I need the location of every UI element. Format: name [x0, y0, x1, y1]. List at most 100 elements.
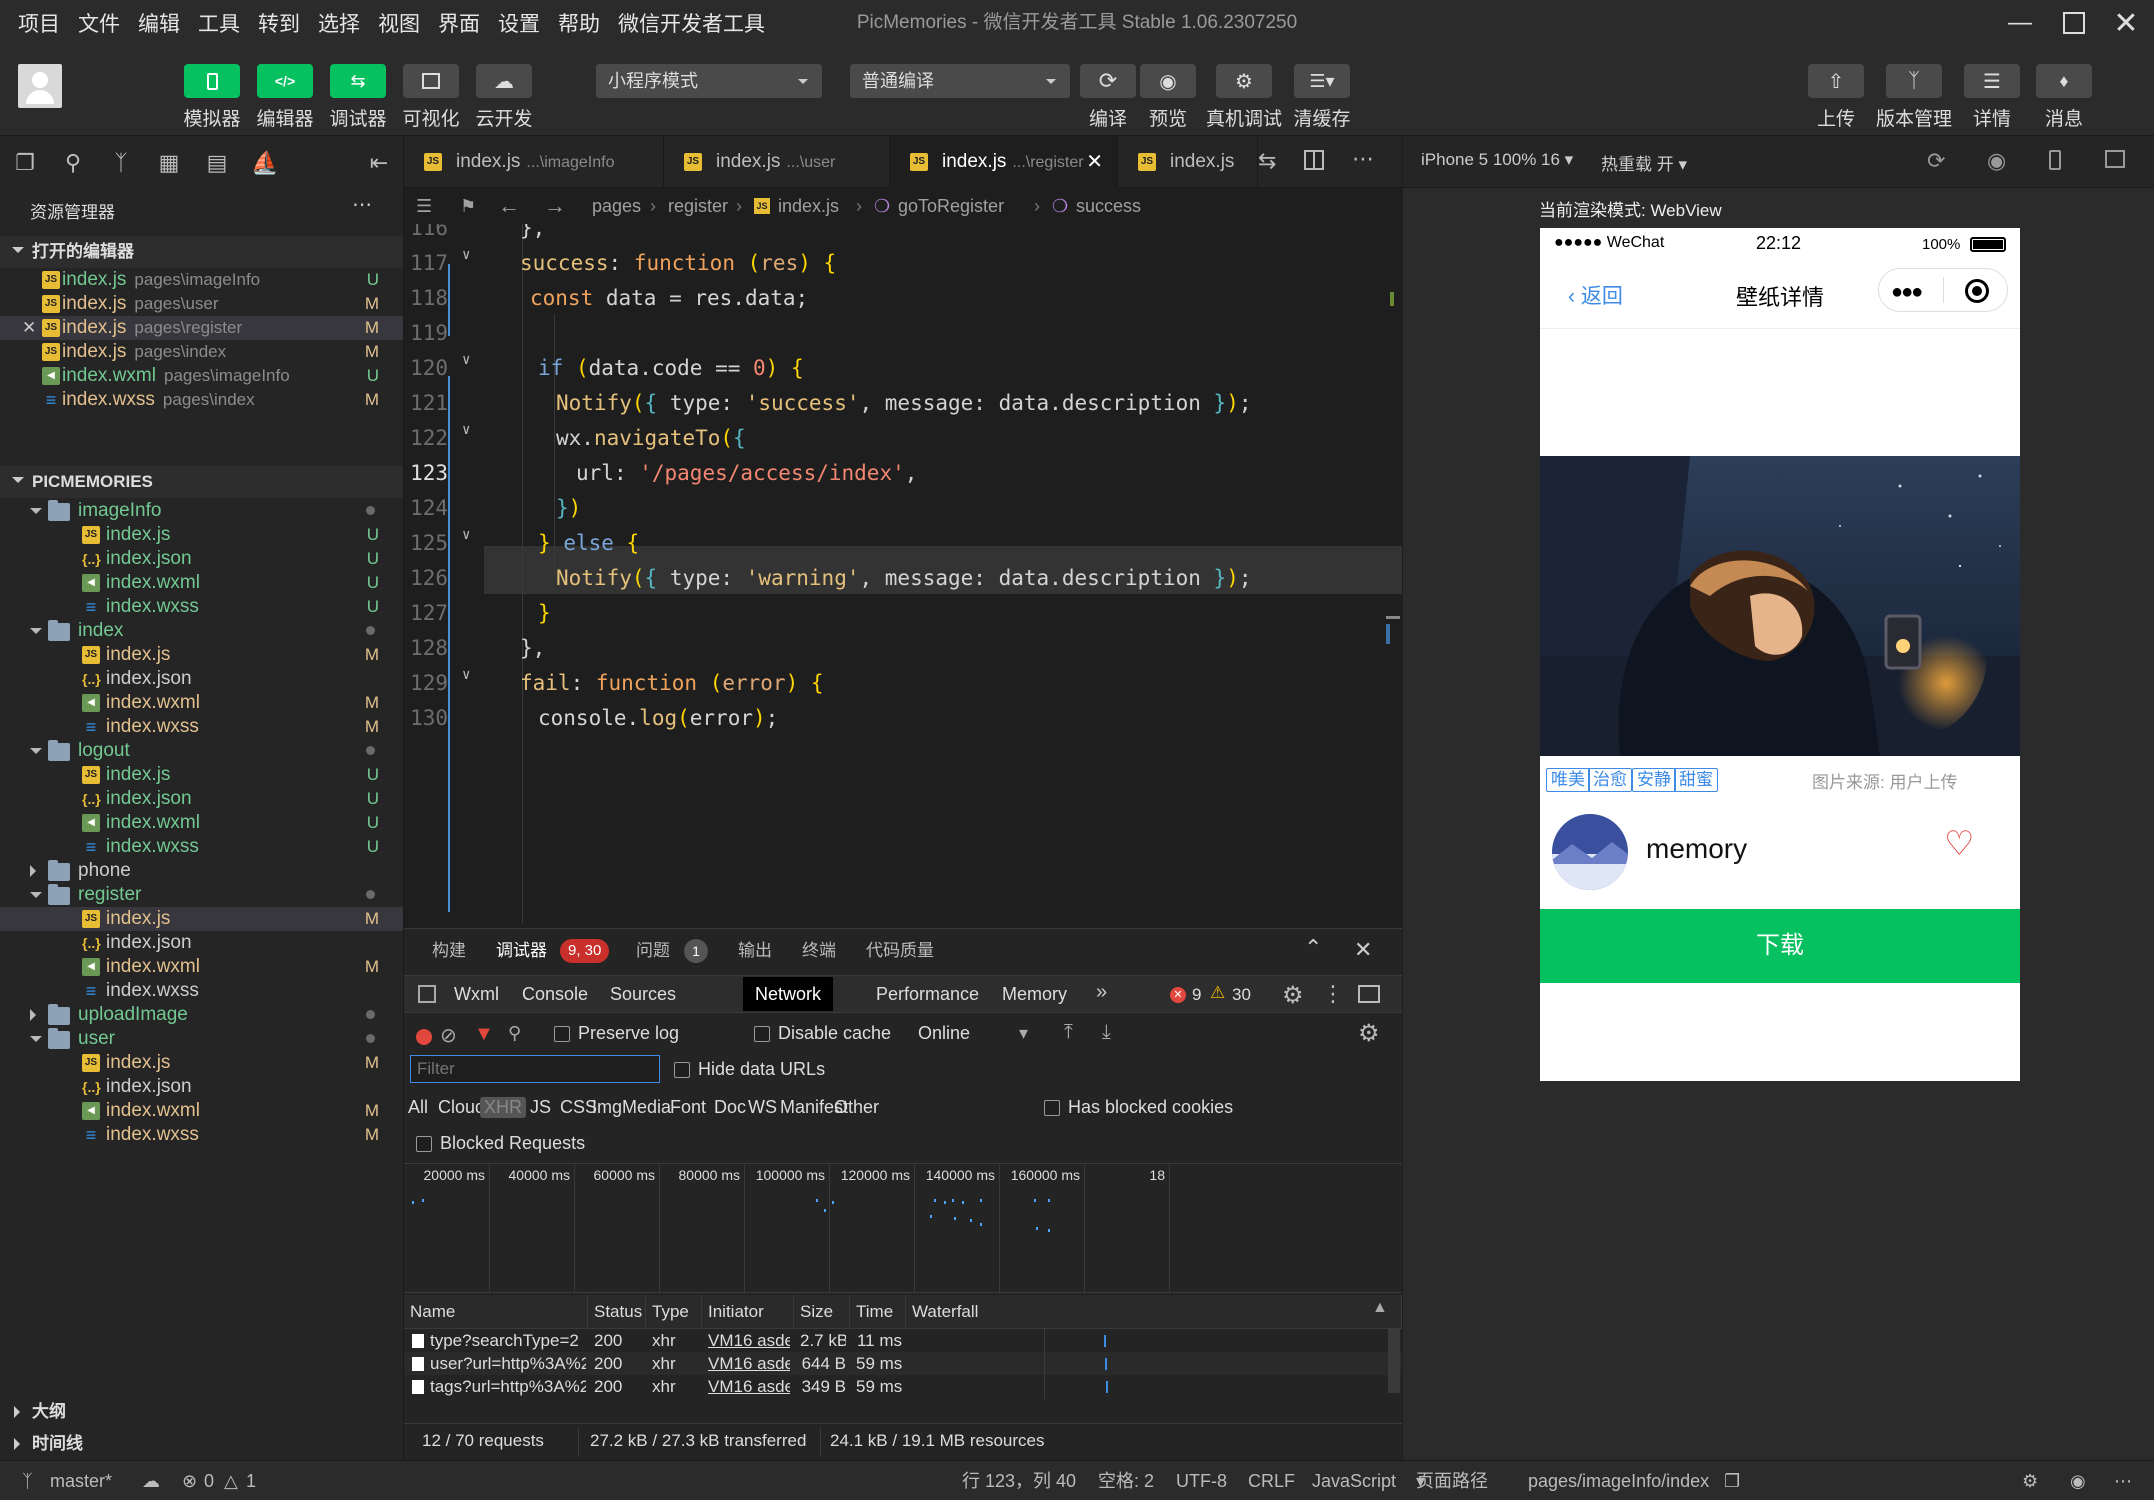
more-icon[interactable]: ⋯ — [352, 192, 372, 217]
more-icon[interactable]: ●●● — [1891, 281, 1923, 304]
language-mode[interactable]: JavaScript — [1312, 1461, 1396, 1500]
record-button[interactable] — [416, 1029, 432, 1045]
copy-icon[interactable]: ❐ — [1724, 1461, 1740, 1500]
cursor-position[interactable]: 行 123，列 40 — [962, 1461, 1076, 1500]
compare-icon[interactable]: ⇆ — [1258, 148, 1276, 174]
menu-item-0[interactable]: 项目 — [0, 8, 69, 38]
file-item[interactable]: JS index.js U — [0, 523, 403, 547]
tag-chip[interactable]: 唯美 — [1546, 768, 1590, 792]
open-editor-item[interactable]: JS index.js pages\imageInfo U — [0, 268, 403, 292]
preserve-log-checkbox[interactable]: Preserve log — [554, 1023, 679, 1044]
simulator-toggle-button[interactable] — [184, 64, 240, 98]
file-item[interactable]: JS index.js M — [0, 1051, 403, 1075]
file-item[interactable]: ◀ index.wxml U — [0, 811, 403, 835]
tab-build[interactable]: 构建 — [432, 929, 466, 973]
file-item[interactable]: ◀ index.wxml U — [0, 571, 403, 595]
messages-button[interactable]: ♦ — [2036, 64, 2092, 98]
blocked-requests-checkbox[interactable]: Blocked Requests — [416, 1133, 585, 1154]
cloud-dev-button[interactable]: ☁ — [476, 64, 532, 98]
devtab-console[interactable]: Console — [510, 977, 600, 1011]
source-control-icon[interactable]: ᛉ — [106, 148, 136, 178]
hide-data-urls-checkbox[interactable]: Hide data URLs — [674, 1059, 825, 1080]
filter-type-img[interactable]: Img — [592, 1097, 622, 1118]
more-icon[interactable]: ⋯ — [2114, 1461, 2132, 1500]
folder-item[interactable]: phone — [0, 859, 403, 883]
column-header[interactable]: Waterfall — [906, 1295, 1402, 1329]
wallpaper-image[interactable] — [1540, 456, 2020, 756]
file-item[interactable]: ◀ index.wxml M — [0, 955, 403, 979]
compile-button[interactable]: ⟳ — [1080, 64, 1136, 98]
tab-output[interactable]: 输出 — [738, 929, 772, 973]
close-tab-icon[interactable]: ✕ — [1086, 136, 1103, 188]
file-item[interactable]: ≡ index.wxss M — [0, 1123, 403, 1147]
import-icon[interactable]: ⤒ — [1064, 1021, 1073, 1044]
page-path-label[interactable]: 页面路径 ▾ — [1416, 1461, 1488, 1500]
filter-input[interactable] — [410, 1055, 660, 1083]
extensions-icon[interactable]: ▦ — [154, 148, 184, 178]
filter-type-xhr[interactable]: XHR — [480, 1097, 527, 1118]
folder-item[interactable]: register — [0, 883, 403, 907]
hot-reload-select[interactable]: 热重载 开 ▾ — [1601, 150, 1687, 175]
branch-name[interactable]: master* — [50, 1461, 112, 1500]
inspect-icon[interactable] — [418, 985, 436, 1003]
column-header[interactable]: Status — [588, 1295, 646, 1329]
clear-icon[interactable]: ⊘ — [440, 1023, 457, 1048]
breadcrumb-method[interactable]: goToRegister — [898, 188, 1004, 224]
reload-icon[interactable]: ⟳ — [1927, 148, 1945, 174]
tag-chip[interactable]: 安静 — [1632, 768, 1676, 792]
file-item[interactable]: JS index.js M — [0, 643, 403, 667]
files-icon[interactable]: ❐ — [10, 148, 40, 178]
devtab-memory[interactable]: Memory — [990, 977, 1079, 1011]
folder-item[interactable]: index — [0, 619, 403, 643]
file-item[interactable]: {..} index.json U — [0, 787, 403, 811]
download-button[interactable]: 下载 — [1540, 909, 2020, 983]
folder-item[interactable]: uploadImage — [0, 1003, 403, 1027]
heart-icon[interactable]: ♡ — [1944, 824, 1974, 864]
open-editor-item[interactable]: ✕ JS index.js pages\register M — [0, 316, 403, 340]
kebab-icon[interactable]: ⋮ — [1322, 981, 1344, 1007]
breadcrumb-symbol[interactable]: success — [1076, 188, 1141, 224]
avatar[interactable] — [18, 64, 62, 108]
compile-mode-select[interactable]: 普通编译 — [850, 64, 1070, 98]
settings-icon[interactable]: ⚙ — [1282, 981, 1304, 1010]
collapse-sidebar-icon[interactable]: ⇤ — [364, 148, 394, 178]
file-item[interactable]: ◀ index.wxml M — [0, 691, 403, 715]
tab-user-index-js[interactable]: JS index.js ...\user — [664, 136, 890, 188]
open-editor-item[interactable]: ≡ index.wxss pages\index M — [0, 388, 403, 412]
column-header[interactable]: Name — [404, 1295, 588, 1329]
devtab-network[interactable]: Network — [743, 977, 834, 1011]
docker-icon[interactable]: ⛵ — [250, 148, 280, 178]
column-header[interactable]: Type — [646, 1295, 702, 1329]
file-item[interactable]: {..} index.json — [0, 667, 403, 691]
mode-select[interactable]: 小程序模式 — [596, 64, 822, 98]
bookmark-icon[interactable]: ⚑ — [460, 188, 476, 224]
visual-button[interactable] — [403, 64, 459, 98]
editor-toggle-button[interactable]: </> — [257, 64, 313, 98]
tab-index-index-js[interactable]: JS index.js — [1118, 136, 1258, 188]
split-editor-icon[interactable] — [1304, 150, 1324, 170]
fold-chevron-icon[interactable]: ∨ — [462, 667, 470, 683]
throttle-select[interactable]: Online ▾ — [918, 1023, 1028, 1044]
menu-item-4[interactable]: 转到 — [249, 8, 309, 38]
column-header[interactable]: Time — [850, 1295, 906, 1329]
tab-problems[interactable]: 问题 — [636, 929, 670, 973]
line-ending[interactable]: CRLF — [1248, 1461, 1295, 1500]
disable-cache-checkbox[interactable]: Disable cache — [754, 1023, 891, 1044]
fold-chevron-icon[interactable]: ∨ — [462, 422, 470, 438]
menu-item-5[interactable]: 选择 — [309, 8, 369, 38]
close-icon[interactable]: ✕ — [22, 316, 36, 340]
menu-item-8[interactable]: 设置 — [489, 8, 549, 38]
back-icon[interactable]: ← — [498, 188, 520, 224]
status-warnings[interactable]: 1 — [246, 1461, 256, 1500]
database-icon[interactable]: ▤ — [202, 148, 232, 178]
filter-type-media[interactable]: Media — [622, 1097, 671, 1118]
filter-icon[interactable]: ▼ — [474, 1023, 494, 1046]
version-button[interactable]: ᛉ — [1886, 64, 1942, 98]
upload-button[interactable]: ⇧ — [1808, 64, 1864, 98]
tab-register-index-js[interactable]: JS index.js ...\register ✕ — [890, 136, 1118, 188]
filter-type-cloud[interactable]: Cloud — [438, 1097, 485, 1118]
forward-icon[interactable]: → — [544, 188, 566, 224]
more-actions-icon[interactable]: ⋯ — [1352, 146, 1374, 172]
menu-item-1[interactable]: 文件 — [69, 8, 129, 38]
menu-item-10[interactable]: 微信开发者工具 — [609, 8, 774, 38]
